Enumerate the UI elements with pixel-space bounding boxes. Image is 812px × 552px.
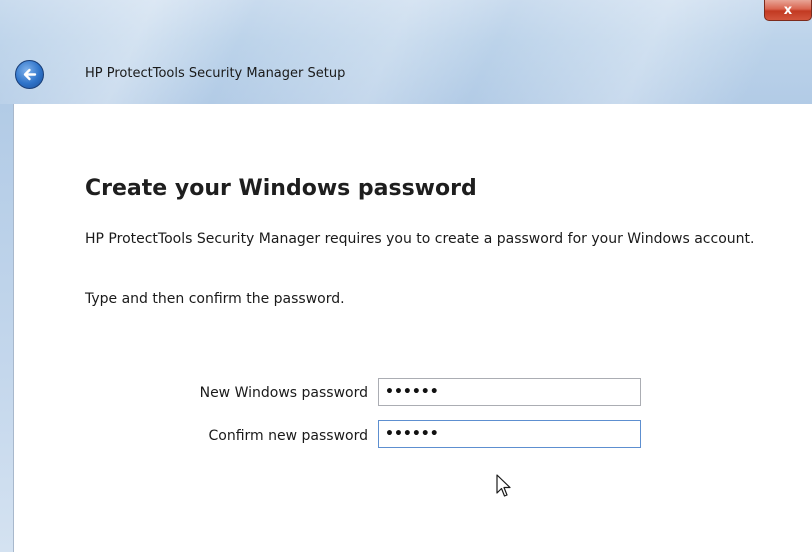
- confirm-password-field[interactable]: ••••••: [378, 420, 641, 448]
- title-bar: [0, 0, 812, 104]
- page-description: HP ProtectTools Security Manager require…: [85, 231, 755, 247]
- window-title: HP ProtectTools Security Manager Setup: [85, 66, 346, 81]
- back-arrow-icon: [23, 68, 37, 81]
- setup-window: x HP ProtectTools Security Manager Setup…: [0, 0, 812, 552]
- confirm-password-label: Confirm new password: [208, 428, 368, 444]
- page-heading: Create your Windows password: [85, 176, 477, 201]
- close-icon: x: [783, 2, 793, 18]
- new-password-label: New Windows password: [199, 385, 368, 401]
- close-button[interactable]: x: [764, 0, 812, 21]
- new-password-field[interactable]: ••••••: [378, 378, 641, 406]
- mouse-pointer-icon: [496, 474, 511, 497]
- window-frame-left: [0, 104, 13, 552]
- back-button[interactable]: [15, 60, 44, 89]
- page-instruction: Type and then confirm the password.: [85, 291, 345, 307]
- content-area: [13, 104, 812, 552]
